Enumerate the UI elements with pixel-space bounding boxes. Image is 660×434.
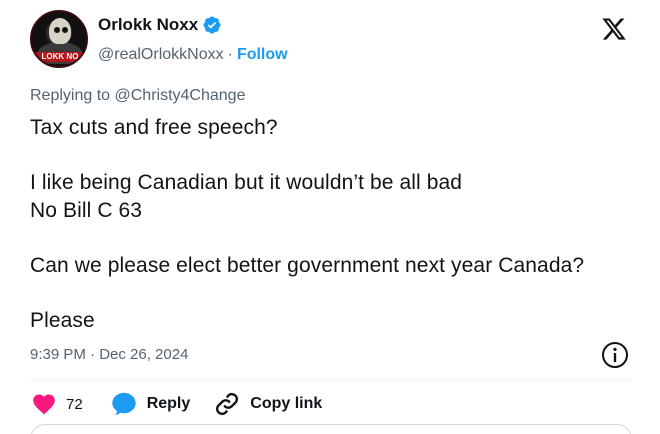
reply-button[interactable]: Reply — [109, 390, 191, 418]
x-logo-icon[interactable] — [600, 16, 628, 42]
read-replies-button[interactable] — [30, 424, 632, 434]
avatar-eye-right — [62, 27, 68, 33]
tweet-card: LOKK NO Orlokk Noxx @realOrlokkNoxx · Fo… — [8, 0, 652, 434]
avatar[interactable]: LOKK NO — [30, 10, 88, 68]
author-handle[interactable]: @realOrlokkNoxx — [98, 46, 224, 64]
tweet-actions: 72 Reply Copy link — [30, 386, 322, 422]
replying-prefix: Replying to — [30, 87, 111, 104]
copy-link-label: Copy link — [250, 395, 323, 412]
link-icon — [216, 392, 239, 416]
divider — [30, 379, 632, 380]
display-name[interactable]: Orlokk Noxx — [98, 15, 198, 35]
like-count: 72 — [66, 395, 83, 413]
follow-button[interactable]: Follow — [237, 46, 288, 64]
like-button[interactable]: 72 — [30, 391, 83, 417]
author-name-row: Orlokk Noxx — [98, 15, 222, 35]
handle-separator: · — [227, 46, 233, 63]
tweet-line-4: Can we please elect better government ne… — [30, 254, 585, 277]
tweet-line-1: Tax cuts and free speech? — [30, 116, 278, 139]
copy-link-button[interactable]: Copy link — [212, 389, 322, 419]
reply-label: Reply — [146, 395, 191, 412]
replying-to-mention[interactable]: @Christy4Change — [115, 87, 246, 104]
heart-icon — [33, 394, 55, 415]
replying-to: Replying to @Christy4Change — [30, 87, 245, 105]
tweet-line-5: Please — [30, 309, 95, 332]
tweet-line-2: I like being Canadian but it wouldn’t be… — [30, 171, 463, 194]
avatar-eye-left — [54, 27, 60, 33]
info-icon[interactable] — [600, 340, 630, 370]
avatar-banner: LOKK NO — [34, 52, 86, 62]
author-handle-row: @realOrlokkNoxx · Follow — [98, 46, 288, 64]
verified-icon — [203, 16, 221, 34]
tweet-timestamp[interactable]: 9:39 PM · Dec 26, 2024 — [30, 346, 188, 363]
tweet-line-3: No Bill C 63 — [30, 199, 143, 222]
reply-bubble-icon — [112, 392, 136, 416]
